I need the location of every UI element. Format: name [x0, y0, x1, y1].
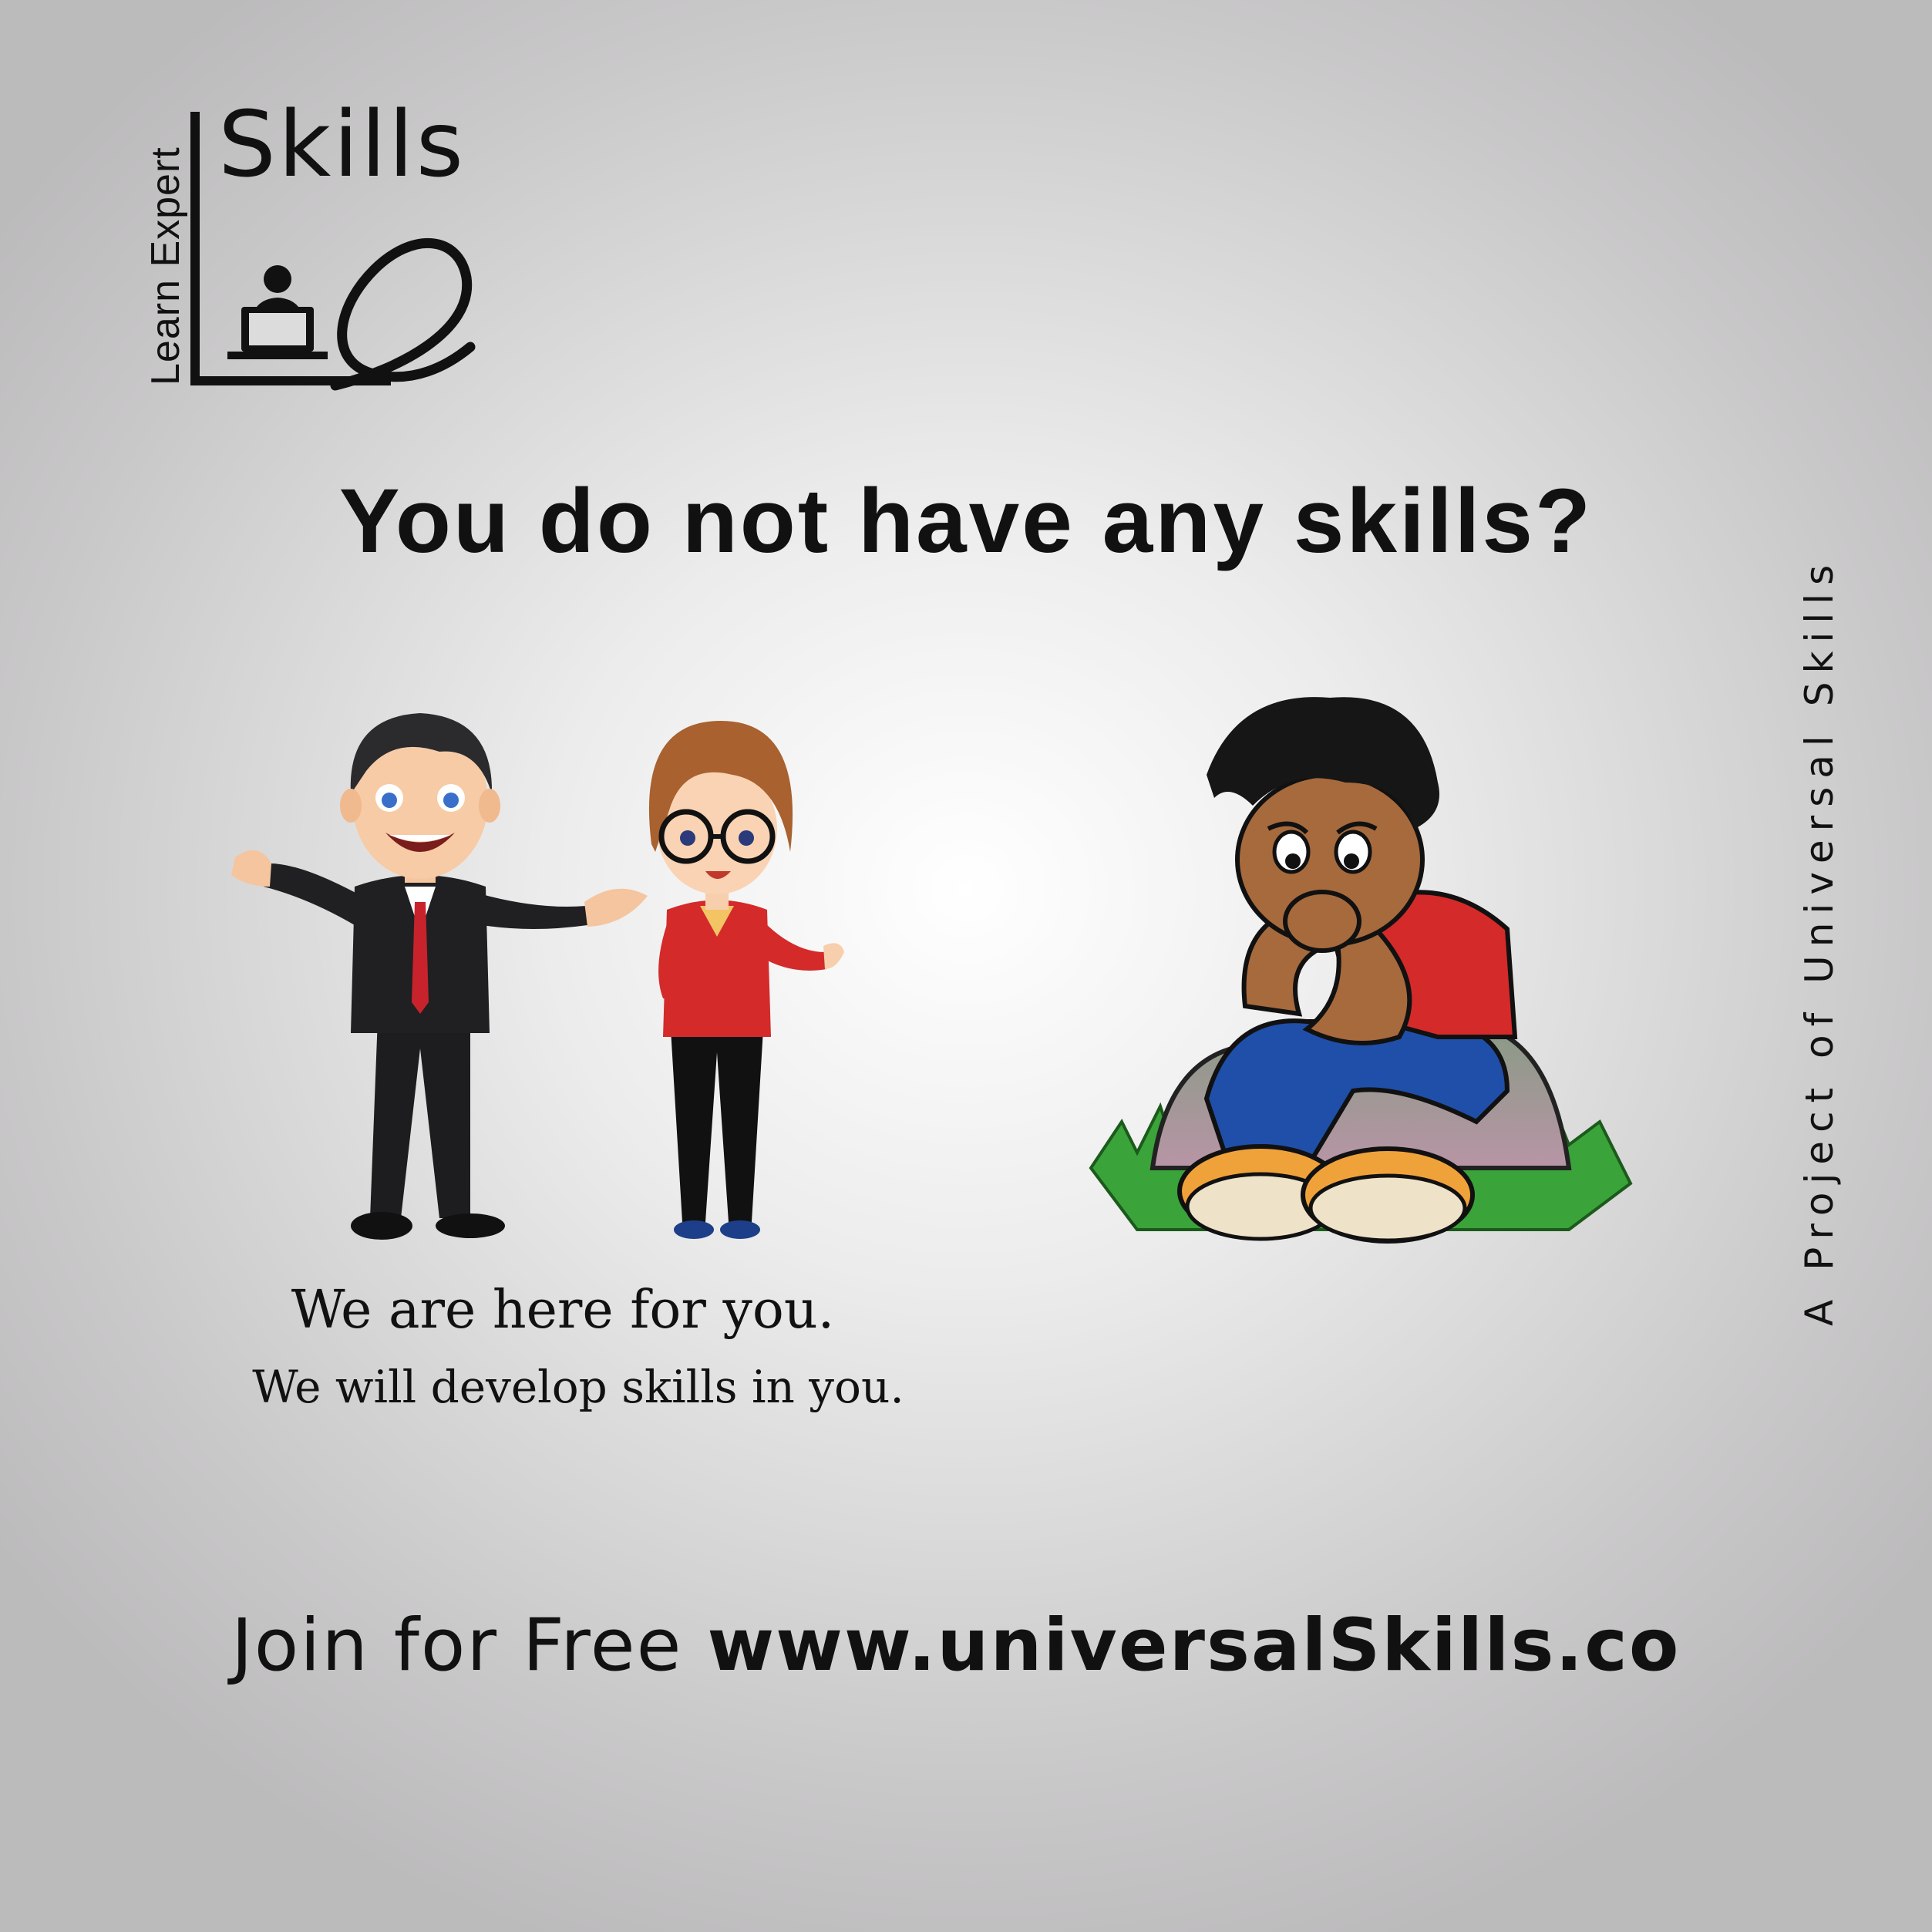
poster: Learn Expert Skills You do not have any … [0, 0, 1932, 1932]
headline: You do not have any skills? [338, 470, 1594, 572]
join-cta: Join for Free www.universalSkills.co [231, 1604, 1680, 1688]
message-line-1: We are here for you. [291, 1280, 835, 1341]
message-line-2: We will develop skills in you. [252, 1361, 904, 1413]
cta-url-link[interactable]: www.universalSkills.co [707, 1604, 1680, 1688]
cta-prefix: Join for Free [231, 1604, 683, 1688]
woman-teacher-illustration [648, 721, 844, 1239]
logo-mark-icon [190, 112, 476, 391]
sad-boy-illustration [1089, 697, 1633, 1244]
learn-expert-skills-logo: Learn Expert Skills [143, 94, 497, 393]
project-tagline: A Project of Universal Skills [1797, 556, 1842, 1326]
businessman-illustration [231, 713, 648, 1240]
